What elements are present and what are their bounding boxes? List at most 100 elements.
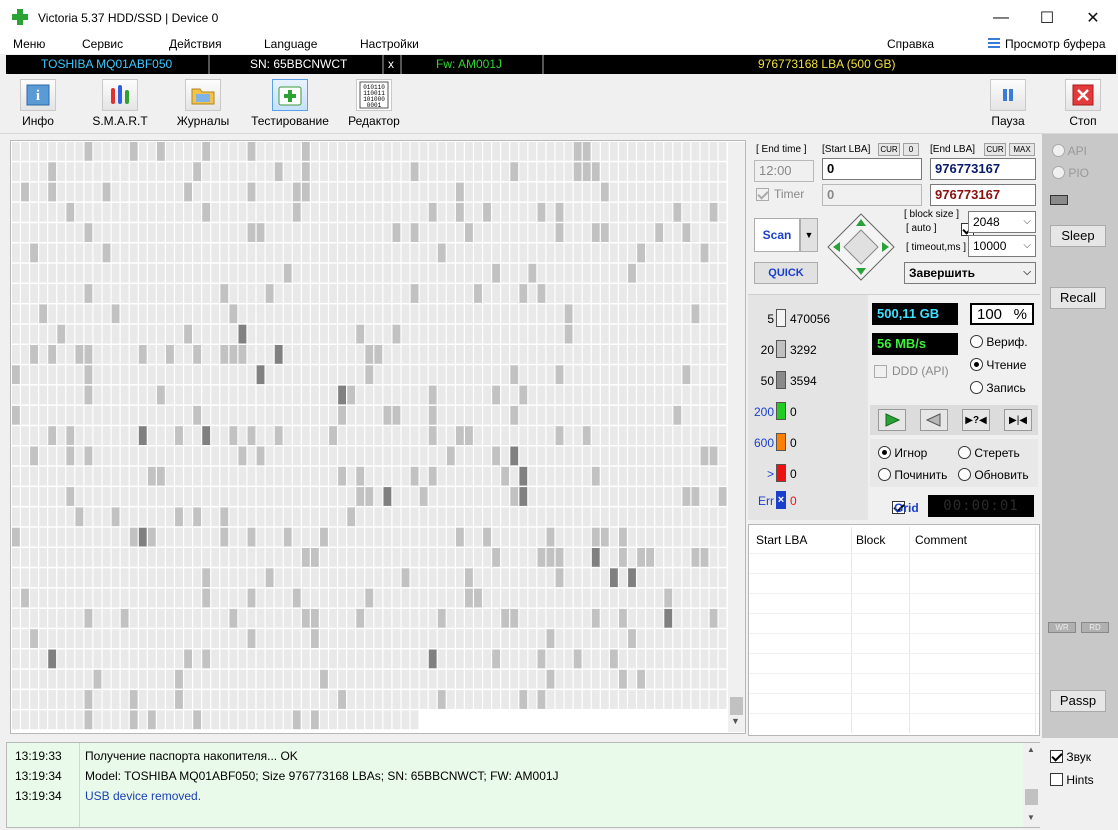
end-lba-input[interactable]: 976773167 (930, 158, 1036, 180)
start-cur-button[interactable]: CUR (878, 143, 900, 156)
action-repair-option[interactable]: Починить (878, 468, 947, 482)
menu-help[interactable]: Справка (887, 37, 934, 51)
event-log[interactable]: 13:19:33 Получение паспорта накопителя...… (6, 742, 1040, 828)
scan-dropdown-icon[interactable]: ▼ (800, 218, 818, 252)
sector-block (609, 223, 618, 242)
smart-button[interactable]: S.M.A.R.T (80, 79, 160, 133)
bad-block-list[interactable]: Start LBA Block Comment (748, 524, 1040, 736)
sector-block (446, 426, 455, 445)
info-button[interactable]: i Инфо (0, 79, 78, 133)
log-scrollbar[interactable]: ▲ ▼ (1023, 743, 1040, 827)
mode-verify-radio[interactable] (970, 335, 983, 348)
map-scroll-thumb[interactable] (730, 697, 743, 715)
mode-verify-option[interactable]: Вериф. (970, 335, 1028, 349)
sector-block (247, 588, 256, 608)
timeout-select[interactable]: 10000 ⌵ (968, 235, 1036, 257)
mode-read-option[interactable]: Чтение (970, 358, 1026, 372)
pause-button[interactable]: Пауза (968, 79, 1048, 133)
end-time-input[interactable]: 12:00 (754, 160, 814, 182)
sector-block (437, 588, 446, 608)
logs-button[interactable]: Журналы (163, 79, 243, 133)
sector-block (410, 568, 419, 588)
sector-block (401, 710, 410, 730)
end-cur-button[interactable]: CUR (984, 143, 1006, 156)
scroll-down-arrow-icon[interactable]: ▼ (731, 716, 740, 726)
action-erase-option[interactable]: Стереть (958, 446, 1020, 460)
menu-settings[interactable]: Настройки (360, 37, 419, 51)
pio-radio[interactable] (1052, 166, 1065, 179)
direction-pad-icon[interactable] (826, 212, 896, 282)
minimize-button[interactable]: — (978, 0, 1024, 36)
pio-option[interactable]: PIO (1052, 166, 1089, 180)
sector-block (501, 446, 510, 466)
editor-button[interactable]: 010110 110011 101000 0001 Редактор (334, 79, 414, 133)
playback-controls: ▶?◀ ▶|◀ (870, 405, 1038, 435)
stop-button[interactable]: Стоп (1043, 79, 1118, 133)
menu-buffer-view[interactable]: Просмотр буфера (988, 37, 1106, 51)
sector-block (39, 284, 48, 303)
ddd-checkbox[interactable] (874, 365, 887, 378)
finish-action-select[interactable]: Завершить ⌵ (904, 262, 1036, 284)
menu-actions[interactable]: Действия (169, 37, 222, 51)
sector-block (338, 162, 347, 182)
action-refresh-option[interactable]: Обновить (958, 468, 1029, 482)
scroll-up-arrow-icon[interactable]: ▲ (1027, 745, 1035, 754)
menu-language[interactable]: Language (264, 37, 317, 51)
maximize-button[interactable]: ☐ (1024, 0, 1070, 36)
action-refresh-radio[interactable] (958, 468, 971, 481)
menu-main[interactable]: Меню (13, 37, 45, 51)
sector-block (392, 324, 401, 344)
sector-block (709, 385, 718, 405)
api-radio[interactable] (1052, 144, 1065, 157)
play-forward-icon[interactable] (878, 409, 906, 431)
play-backward-icon[interactable] (920, 409, 948, 431)
action-erase-radio[interactable] (958, 446, 971, 459)
map-scrollbar[interactable]: ▼ (728, 142, 745, 732)
end-max-button[interactable]: MAX (1009, 143, 1035, 156)
mode-write-radio[interactable] (970, 381, 983, 394)
start-lba-input[interactable]: 0 (822, 158, 922, 180)
action-ignore-option[interactable]: Игнор (878, 446, 927, 460)
menu-service[interactable]: Сервис (82, 37, 123, 51)
sector-block (637, 608, 645, 628)
sector-block (492, 690, 501, 709)
scan-button[interactable]: Scan (754, 218, 800, 252)
drive-close-mark[interactable]: x (388, 57, 394, 71)
scroll-down-arrow-icon[interactable]: ▼ (1027, 813, 1035, 822)
sector-block (48, 548, 57, 567)
action-ignore-radio[interactable] (878, 446, 891, 459)
mode-write-option[interactable]: Запись (970, 381, 1026, 395)
sector-block (338, 324, 347, 344)
passp-button[interactable]: Passp (1050, 690, 1106, 712)
sector-block (537, 142, 546, 161)
sound-checkbox[interactable] (1050, 750, 1063, 763)
sector-block (637, 304, 645, 324)
butterfly-icon[interactable]: ▶|◀ (1004, 409, 1032, 431)
sector-block (465, 527, 473, 547)
sector-block (265, 304, 274, 324)
hints-option[interactable]: Hints (1050, 773, 1094, 787)
sector-block (138, 243, 147, 263)
sound-option[interactable]: Звук (1050, 750, 1091, 764)
sector-block (474, 649, 482, 669)
sector-block (564, 649, 573, 669)
log-scroll-thumb[interactable] (1025, 789, 1038, 805)
close-window-button[interactable]: ✕ (1070, 0, 1116, 36)
mode-read-radio[interactable] (970, 358, 983, 371)
start-zero-button[interactable]: 0 (903, 143, 919, 156)
sector-block (211, 548, 220, 567)
sector-block (655, 385, 664, 405)
hints-checkbox[interactable] (1050, 773, 1063, 786)
block-size-select[interactable]: 2048 ⌵ (968, 211, 1036, 233)
api-option[interactable]: API (1052, 144, 1087, 158)
recall-button[interactable]: Recall (1050, 287, 1106, 309)
sector-block (166, 405, 174, 425)
random-seek-icon[interactable]: ▶?◀ (962, 409, 990, 431)
sleep-button[interactable]: Sleep (1050, 225, 1106, 247)
sector-block (537, 223, 546, 242)
timer-checkbox[interactable] (756, 188, 769, 201)
action-repair-radio[interactable] (878, 468, 891, 481)
sector-block (446, 162, 455, 182)
testing-button[interactable]: Тестирование (250, 79, 330, 133)
quick-button[interactable]: QUICK (754, 262, 818, 284)
